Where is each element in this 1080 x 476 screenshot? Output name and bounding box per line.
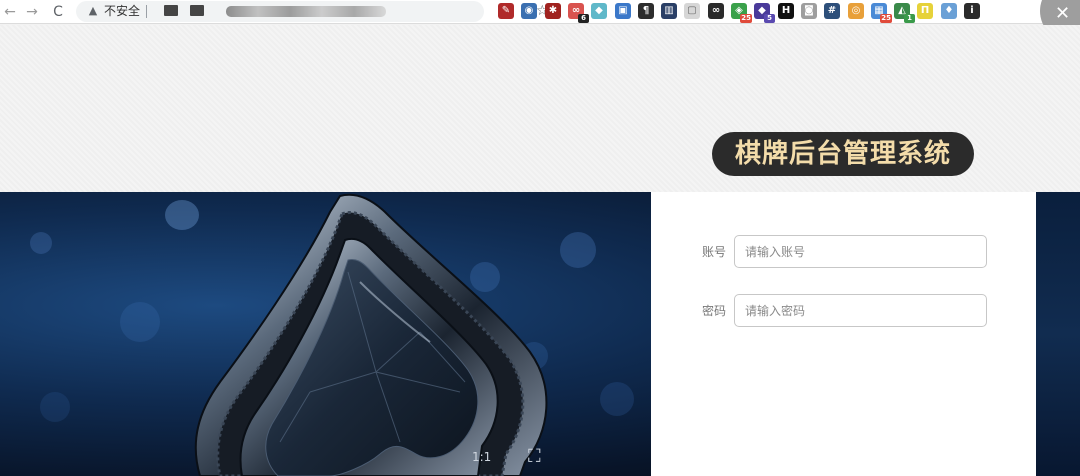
account-input[interactable] bbox=[734, 235, 987, 268]
camera-ext-icon[interactable]: ◙ bbox=[801, 3, 817, 19]
url-text-redacted bbox=[226, 6, 386, 17]
h-ext-icon[interactable]: H bbox=[778, 3, 794, 19]
gem-ext-icon[interactable]: ◆ bbox=[591, 3, 607, 19]
close-icon[interactable]: ✕ bbox=[1055, 4, 1070, 24]
extension-badge: 25 bbox=[740, 14, 752, 23]
browser-toolbar: ← → C ▲ 不安全 ☆ ✎ ◉ ✱ ∞ 6 ◆ ▣ ¶ ▥ ▢ ∞ ◈ 25 ◆ 5 H ◙ # ◎ ▦ 25 ◭ 1 Π… bbox=[0, 0, 1080, 24]
back-icon[interactable]: ← bbox=[0, 2, 20, 22]
actual-size-button[interactable]: 1:1 bbox=[472, 446, 491, 468]
account-label: 账号 bbox=[702, 245, 727, 259]
chart-ext-icon[interactable]: ▥ bbox=[661, 3, 677, 19]
page-ext-icon[interactable]: ▢ bbox=[684, 3, 700, 19]
glasses-ext-icon[interactable]: ∞ bbox=[708, 3, 724, 19]
extension-badge: 25 bbox=[880, 14, 892, 23]
bokeh-light bbox=[120, 302, 160, 342]
link-ext-icon[interactable]: ∞ 6 bbox=[568, 3, 589, 23]
grid-ext-icon[interactable]: ▦ 25 bbox=[871, 3, 892, 23]
spade-icon bbox=[194, 193, 548, 476]
bokeh-light bbox=[30, 232, 52, 254]
bracket-ext-icon[interactable]: Π bbox=[917, 3, 933, 19]
hash-ext-icon[interactable]: # bbox=[824, 3, 840, 19]
green-ext-icon[interactable]: ◈ 25 bbox=[731, 3, 752, 23]
page-title: 棋牌后台管理系统 bbox=[712, 132, 974, 176]
chrome-ext-icon[interactable]: ◎ bbox=[848, 3, 864, 19]
shield-ext-icon[interactable]: ◭ 1 bbox=[894, 3, 915, 23]
extension-badge: 5 bbox=[764, 14, 775, 23]
bug-ext-icon[interactable]: ✱ bbox=[545, 3, 561, 19]
info-ext-icon[interactable]: i bbox=[964, 3, 980, 19]
extension-badge: 1 bbox=[904, 14, 915, 23]
target-ext-icon[interactable]: ◉ bbox=[521, 3, 537, 19]
fullscreen-icon[interactable]: ⛶ bbox=[528, 446, 541, 468]
bokeh-light bbox=[40, 392, 70, 422]
url-segment-icon bbox=[164, 5, 178, 16]
extension-badge: 6 bbox=[578, 14, 589, 23]
red-ext-icon[interactable]: ✎ bbox=[498, 3, 514, 19]
insecure-label[interactable]: 不安全 bbox=[104, 3, 140, 20]
reload-icon[interactable]: C bbox=[48, 2, 68, 22]
password-input[interactable] bbox=[734, 294, 987, 327]
login-panel: 账号 密码 bbox=[651, 192, 1036, 476]
bokeh-light bbox=[600, 382, 634, 416]
hero-background-right bbox=[1036, 192, 1080, 476]
forward-icon[interactable]: → bbox=[22, 2, 42, 22]
save-ext-icon[interactable]: ▣ bbox=[615, 3, 631, 19]
address-bar[interactable]: ▲ 不安全 ☆ bbox=[76, 1, 549, 22]
password-label: 密码 bbox=[702, 304, 727, 318]
pin-ext-icon[interactable]: ♦ bbox=[941, 3, 957, 19]
url-segment-icon bbox=[190, 5, 204, 16]
paragraph-ext-icon[interactable]: ¶ bbox=[638, 3, 654, 19]
cube-ext-icon[interactable]: ◆ 5 bbox=[754, 3, 775, 23]
address-separator bbox=[146, 5, 147, 18]
warning-icon[interactable]: ▲ bbox=[86, 4, 100, 18]
